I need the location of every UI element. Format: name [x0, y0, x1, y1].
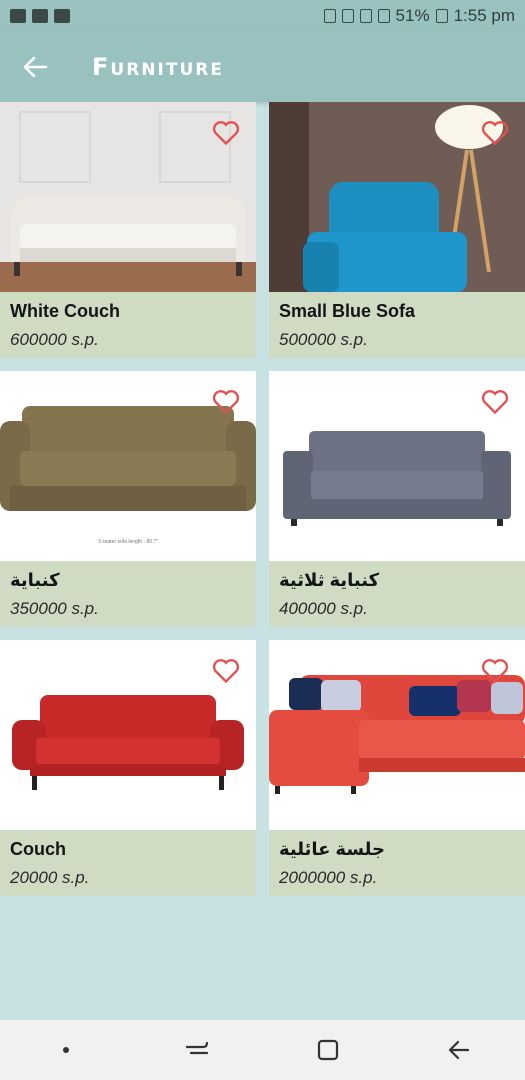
- product-info: White Couch 600000 s.p.: [0, 292, 256, 358]
- product-name: كنباية: [10, 570, 60, 590]
- product-name: كنباية ثلاثية: [279, 570, 380, 590]
- app-bar: Furniture: [0, 32, 525, 102]
- v-app-icon: [32, 9, 48, 23]
- heart-icon[interactable]: [481, 120, 509, 146]
- product-info: جلسة عائلية 2000000 s.p.: [269, 830, 525, 896]
- product-card[interactable]: Small Blue Sofa 500000 s.p.: [269, 102, 525, 358]
- mute-icon: [341, 9, 354, 23]
- product-name: Couch: [10, 839, 66, 859]
- svg-text:3 seater sofa length - 80.7": 3 seater sofa length - 80.7": [98, 539, 158, 545]
- product-name: Small Blue Sofa: [279, 301, 416, 321]
- dot-icon: [62, 1047, 69, 1053]
- product-name: جلسة عائلية: [279, 839, 385, 859]
- battery-icon: [435, 9, 448, 23]
- recents-button[interactable]: [167, 1025, 227, 1075]
- product-info: Couch 20000 s.p.: [0, 830, 256, 896]
- recents-icon: [185, 1041, 208, 1055]
- product-card[interactable]: 3 seater sofa length - 80.7" كنباية 3500…: [0, 371, 256, 627]
- heart-icon[interactable]: [212, 658, 240, 684]
- nav-dot-button[interactable]: [36, 1025, 96, 1075]
- arrow-left-icon: [23, 56, 48, 78]
- product-info: كنباية 350000 s.p.: [0, 561, 256, 627]
- status-bar: 51% 1:55 pm: [0, 0, 525, 32]
- alarm-icon: [323, 9, 336, 23]
- status-system: 51% 1:55 pm: [323, 6, 515, 26]
- clock: 1:55 pm: [453, 6, 515, 25]
- heart-icon[interactable]: [212, 389, 240, 415]
- wifi-icon: [54, 9, 70, 23]
- product-name: White Couch: [10, 301, 120, 321]
- gallery-icon: [10, 9, 26, 23]
- product-card[interactable]: White Couch 600000 s.p.: [0, 102, 256, 358]
- back-arrow-button[interactable]: [0, 32, 70, 102]
- home-button[interactable]: [298, 1025, 358, 1075]
- battery-percent: 51%: [395, 6, 430, 25]
- home-square-icon: [318, 1039, 339, 1061]
- heart-icon[interactable]: [481, 658, 509, 684]
- product-card[interactable]: جلسة عائلية 2000000 s.p.: [269, 640, 525, 896]
- heart-icon[interactable]: [481, 389, 509, 415]
- product-price: 600000 s.p.: [10, 330, 99, 349]
- product-price: 20000 s.p.: [10, 868, 90, 887]
- back-chevron-icon: [449, 1040, 470, 1060]
- product-price: 2000000 s.p.: [279, 868, 378, 887]
- product-info: Small Blue Sofa 500000 s.p.: [269, 292, 525, 358]
- product-card[interactable]: Couch 20000 s.p.: [0, 640, 256, 896]
- product-card[interactable]: كنباية ثلاثية 400000 s.p.: [269, 371, 525, 627]
- product-price: 350000 s.p.: [10, 599, 99, 618]
- page-title: Furniture: [92, 53, 224, 81]
- product-price: 400000 s.p.: [279, 599, 368, 618]
- system-nav-bar: [0, 1020, 525, 1080]
- back-button[interactable]: [429, 1025, 489, 1075]
- product-price: 500000 s.p.: [279, 330, 368, 349]
- product-info: كنباية ثلاثية 400000 s.p.: [269, 561, 525, 627]
- heart-icon[interactable]: [212, 120, 240, 146]
- signal-icon: [377, 9, 390, 23]
- status-notifications: [10, 9, 70, 23]
- sim-icon: [359, 9, 372, 23]
